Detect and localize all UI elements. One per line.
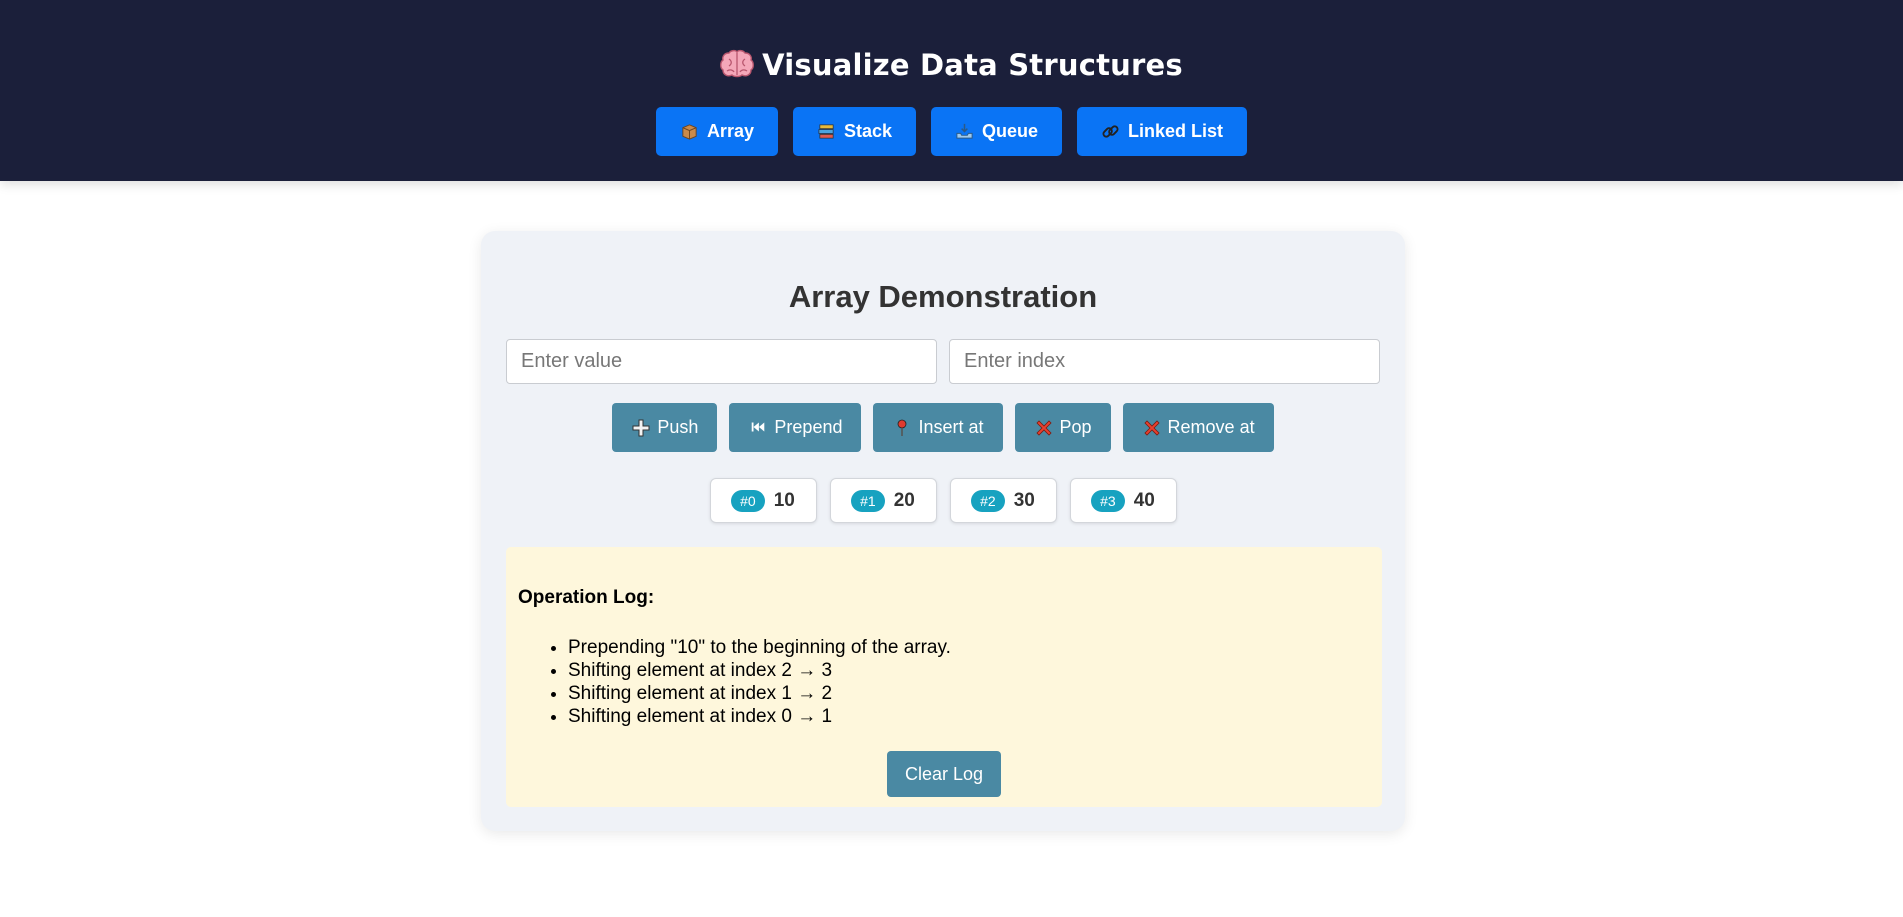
- structure-nav: Array Stack Queue Linked List: [0, 107, 1903, 156]
- cell-value: 20: [893, 489, 915, 511]
- pushpin-icon: [892, 418, 912, 438]
- array-visualization: #0 10 #1 20 #2 30 #3 40: [481, 478, 1405, 523]
- plus-icon: [631, 418, 651, 438]
- nav-stack-button[interactable]: Stack: [792, 107, 917, 156]
- nav-linked-list-button[interactable]: Linked List: [1077, 107, 1248, 156]
- cell-value: 10: [773, 489, 795, 511]
- skip-back-icon: [748, 418, 768, 438]
- nav-linked-list-label: Linked List: [1128, 121, 1224, 141]
- push-label: Push: [657, 417, 699, 437]
- index-input[interactable]: [949, 339, 1380, 384]
- log-title: Operation Log:: [518, 587, 655, 608]
- index-badge: #2: [971, 489, 1005, 512]
- index-badge: #3: [1091, 489, 1125, 512]
- cross-mark-icon: [1142, 418, 1162, 438]
- insert-at-label: Insert at: [918, 417, 984, 437]
- array-cell: #3 40: [1069, 478, 1177, 523]
- nav-array-label: Array: [706, 121, 754, 141]
- value-input[interactable]: [506, 339, 937, 384]
- nav-array-button[interactable]: Array: [655, 107, 778, 156]
- operation-log: Operation Log: Prepending "10" to the be…: [506, 547, 1382, 807]
- insert-at-button[interactable]: Insert at: [873, 403, 1003, 452]
- page-title: Array Demonstration: [788, 279, 1098, 314]
- index-badge: #1: [851, 489, 885, 512]
- nav-stack-label: Stack: [843, 121, 893, 141]
- array-demo-card: Array Demonstration Push Prepend: [481, 231, 1405, 831]
- box-icon: [680, 122, 699, 141]
- log-list: Prepending "10" to the beginning of the …: [568, 636, 951, 728]
- remove-at-label: Remove at: [1167, 417, 1255, 437]
- remove-at-button[interactable]: Remove at: [1122, 403, 1274, 452]
- log-entry: Shifting element at index 0 → 1: [568, 705, 951, 728]
- app-title-text: Visualize Data Structures: [762, 48, 1183, 82]
- nav-queue-button[interactable]: Queue: [931, 107, 1063, 156]
- app-title: Visualize Data Structures: [0, 48, 1903, 82]
- push-button[interactable]: Push: [612, 403, 718, 452]
- prepend-button[interactable]: Prepend: [729, 403, 862, 452]
- action-buttons: Push Prepend Insert at Pop Remove at: [481, 403, 1405, 452]
- array-cell: #2 30: [949, 478, 1057, 523]
- log-entry: Shifting element at index 2 → 3: [568, 659, 951, 682]
- cell-value: 30: [1013, 489, 1035, 511]
- pop-button[interactable]: Pop: [1014, 403, 1111, 452]
- pop-label: Pop: [1059, 417, 1092, 437]
- array-cell: #0 10: [709, 478, 817, 523]
- prepend-label: Prepend: [774, 417, 843, 437]
- index-badge: #0: [731, 489, 765, 512]
- nav-queue-label: Queue: [982, 121, 1039, 141]
- brain-icon: [720, 49, 755, 79]
- inbox-tray-icon: [955, 122, 974, 141]
- cross-mark-icon: [1034, 418, 1054, 438]
- stack-books-icon: [817, 122, 836, 141]
- clear-log-button[interactable]: Clear Log: [887, 751, 1001, 797]
- top-header: Visualize Data Structures Array Stack Qu…: [0, 0, 1903, 181]
- array-cell: #1 20: [829, 478, 937, 523]
- link-icon: [1101, 122, 1120, 141]
- log-entry: Prepending "10" to the beginning of the …: [568, 636, 951, 659]
- log-entry: Shifting element at index 1 → 2: [568, 682, 951, 705]
- cell-value: 40: [1133, 489, 1155, 511]
